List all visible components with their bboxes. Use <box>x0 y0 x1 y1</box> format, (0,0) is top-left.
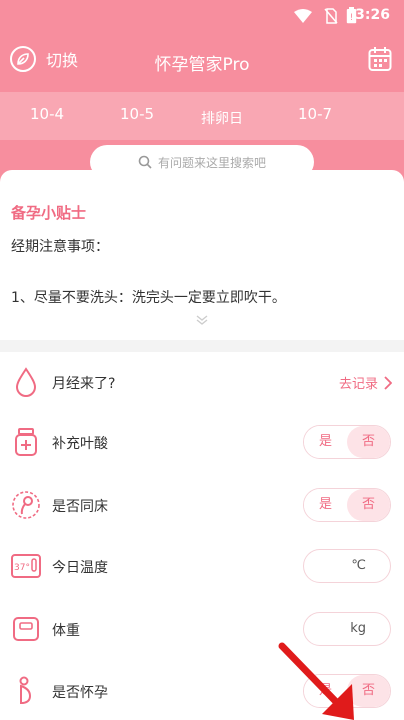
date-item[interactable]: 10-5 <box>120 105 154 123</box>
date-item[interactable]: 10-7 <box>298 105 332 123</box>
heart-sperm-icon <box>12 491 40 519</box>
intercourse-toggle[interactable]: 是 否 <box>303 488 391 522</box>
calendar-icon[interactable] <box>368 46 392 72</box>
date-item[interactable]: 10-4 <box>30 105 64 123</box>
clock: 3:26 <box>355 7 390 23</box>
row-label: 体重 <box>52 623 80 639</box>
folic-acid-toggle[interactable]: 是 否 <box>303 425 391 459</box>
search-placeholder: 有问题来这里搜索吧 <box>157 155 266 170</box>
row-label: 月经来了? <box>52 376 116 392</box>
temperature-input[interactable]: ℃ <box>303 549 391 583</box>
toggle-yes[interactable]: 是 <box>304 489 347 521</box>
search-icon <box>138 155 152 169</box>
app-header: 切换 怀孕管家Pro <box>0 40 404 80</box>
toggle-no[interactable]: 否 <box>347 426 390 458</box>
pill-bottle-icon <box>15 428 37 456</box>
row-temperature: 37° 今日温度 ℃ <box>0 537 404 595</box>
svg-text:!: ! <box>350 13 354 23</box>
no-sim-icon <box>324 8 338 24</box>
tips-card: 备孕小贴士 经期注意事项： 1、尽量不要洗头：洗完头一定要立即吹干。 <box>0 170 404 340</box>
status-bar: ! 3:26 <box>0 0 404 32</box>
app-title: 怀孕管家Pro <box>154 55 250 75</box>
search-bar[interactable]: 有问题来这里搜索吧 <box>90 145 314 179</box>
row-folic-acid: 补充叶酸 是 否 <box>0 413 404 471</box>
chevron-right-icon <box>384 375 392 390</box>
row-label: 是否同床 <box>52 499 108 515</box>
drop-icon <box>15 367 37 397</box>
record-link[interactable]: 去记录 <box>339 373 392 392</box>
date-strip: 10-4 10-5 排卵日 10-7 <box>0 92 404 140</box>
row-period: 月经来了? 去记录 <box>0 353 404 411</box>
row-intercourse: 是否同床 是 否 <box>0 476 404 534</box>
tips-title: 备孕小贴士 <box>11 204 87 222</box>
row-label: 是否怀孕 <box>52 685 108 701</box>
annotation-arrow-icon <box>278 642 354 720</box>
row-label: 补充叶酸 <box>52 436 108 452</box>
thermometer-icon: 37° <box>11 554 41 578</box>
scale-icon <box>13 617 39 641</box>
tips-subtitle: 经期注意事项： <box>11 239 109 255</box>
toggle-no[interactable]: 否 <box>347 489 390 521</box>
section-divider <box>0 340 404 352</box>
expand-chevron-icon[interactable] <box>195 314 209 326</box>
date-item-selected[interactable]: 排卵日 <box>201 108 243 128</box>
svg-text:37°: 37° <box>14 563 30 573</box>
row-label: 今日温度 <box>52 560 108 576</box>
wifi-icon <box>294 9 312 23</box>
tips-body: 1、尽量不要洗头：洗完头一定要立即吹干。 <box>11 290 286 306</box>
pregnant-icon <box>19 676 32 704</box>
toggle-yes[interactable]: 是 <box>304 426 347 458</box>
